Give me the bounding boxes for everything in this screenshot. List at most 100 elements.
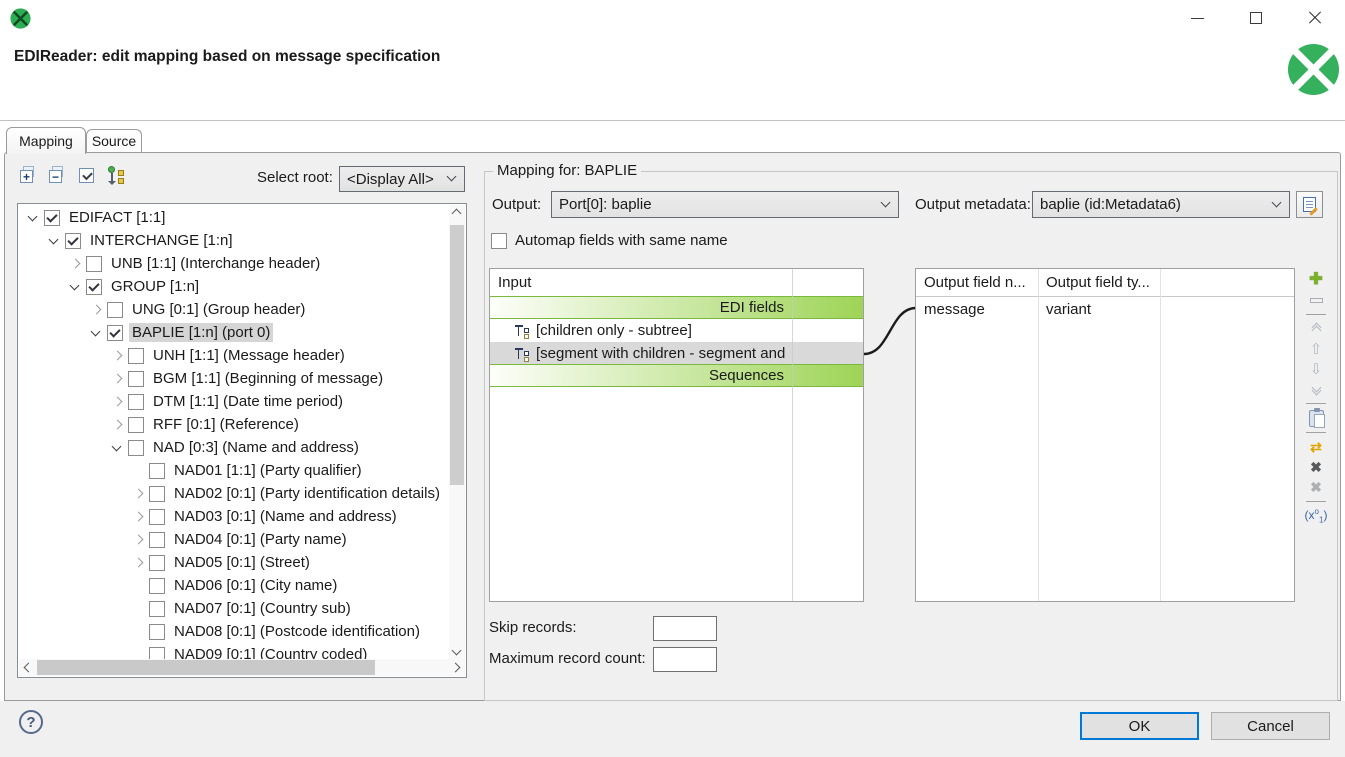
chevron-down-icon[interactable]: [109, 440, 125, 456]
help-button[interactable]: ?: [19, 710, 43, 734]
tree-item[interactable]: GROUP [1:n]: [19, 275, 448, 298]
output-column-header[interactable]: [1160, 269, 1294, 296]
close-button[interactable]: [1300, 4, 1330, 32]
sort-tree-icon[interactable]: [106, 166, 126, 186]
chevron-down-icon[interactable]: [67, 279, 83, 295]
scroll-down-icon[interactable]: [452, 646, 462, 656]
expand-all-icon[interactable]: +: [19, 166, 39, 186]
tree-item-checkbox[interactable]: [107, 302, 123, 318]
tree-item-checkbox[interactable]: [65, 233, 81, 249]
chevron-right-icon[interactable]: [130, 486, 146, 502]
input-item-row[interactable]: [children only - subtree]: [490, 319, 863, 342]
tree-item-checkbox[interactable]: [149, 509, 165, 525]
chevron-right-icon[interactable]: [130, 555, 146, 571]
ok-button[interactable]: OK: [1080, 712, 1199, 740]
tree-item-checkbox[interactable]: [128, 371, 144, 387]
chevron-down-icon[interactable]: [88, 325, 104, 341]
tree-item[interactable]: RFF [0:1] (Reference): [19, 413, 448, 436]
scroll-right-icon[interactable]: [451, 663, 461, 673]
tree-item[interactable]: NAD06 [0:1] (City name): [19, 574, 448, 597]
tree-item-checkbox[interactable]: [128, 440, 144, 456]
tree-item-checkbox[interactable]: [86, 279, 102, 295]
input-item-row[interactable]: [segment with children - segment and: [490, 342, 863, 365]
move-to-top-button[interactable]: [1303, 320, 1329, 338]
remove-all-mappings-button[interactable]: ✖: [1303, 478, 1329, 496]
skip-records-input[interactable]: [653, 616, 717, 641]
tree-item-checkbox[interactable]: [128, 394, 144, 410]
tree-item[interactable]: INTERCHANGE [1:n]: [19, 229, 448, 252]
tree-item-checkbox[interactable]: [149, 578, 165, 594]
chevron-right-icon[interactable]: [109, 348, 125, 364]
output-column-header[interactable]: Output field ty...: [1038, 269, 1160, 296]
output-field-row[interactable]: messagevariant: [916, 297, 1294, 321]
tree-item-checkbox[interactable]: [128, 348, 144, 364]
tree-item[interactable]: UNG [0:1] (Group header): [19, 298, 448, 321]
tree-item-checkbox[interactable]: [149, 486, 165, 502]
check-all-icon[interactable]: [77, 166, 97, 186]
output-port-combobox[interactable]: Port[0]: baplie: [551, 191, 899, 218]
collapse-all-icon[interactable]: −: [48, 166, 68, 186]
tree-item-checkbox[interactable]: [149, 463, 165, 479]
output-metadata-combobox[interactable]: baplie (id:Metadata6): [1032, 191, 1290, 218]
chevron-right-icon[interactable]: [67, 256, 83, 272]
tree-item[interactable]: BGM [1:1] (Beginning of message): [19, 367, 448, 390]
tree-item-checkbox[interactable]: [44, 210, 60, 226]
chevron-right-icon[interactable]: [109, 371, 125, 387]
horizontal-scroll-thumb[interactable]: [37, 660, 375, 675]
tree-item[interactable]: NAD05 [0:1] (Street): [19, 551, 448, 574]
chevron-right-icon[interactable]: [109, 417, 125, 433]
minimize-button[interactable]: [1182, 4, 1212, 32]
vertical-scroll-thumb[interactable]: [450, 225, 464, 485]
tree-item[interactable]: UNB [1:1] (Interchange header): [19, 252, 448, 275]
tree-item-checkbox[interactable]: [149, 555, 165, 571]
chevron-right-icon[interactable]: [130, 509, 146, 525]
chevron-down-icon[interactable]: [25, 210, 41, 226]
tree-vertical-scrollbar[interactable]: [449, 205, 465, 659]
chevron-right-icon[interactable]: [109, 394, 125, 410]
automap-fields-button[interactable]: ⇄: [1303, 438, 1329, 456]
cancel-button[interactable]: Cancel: [1211, 712, 1330, 740]
maximize-button[interactable]: [1241, 4, 1271, 32]
chevron-down-icon[interactable]: [46, 233, 62, 249]
tree-item[interactable]: NAD09 [0:1] (Country coded): [19, 643, 448, 659]
output-column-header[interactable]: Output field n...: [916, 269, 1038, 296]
remove-mapping-button[interactable]: ✖: [1303, 458, 1329, 476]
add-field-button[interactable]: ✚: [1303, 271, 1329, 289]
tree-item[interactable]: EDIFACT [1:1]: [19, 206, 448, 229]
tree-item[interactable]: UNH [1:1] (Message header): [19, 344, 448, 367]
paste-fields-button[interactable]: [1303, 409, 1329, 427]
tree-item[interactable]: NAD08 [0:1] (Postcode identification): [19, 620, 448, 643]
move-up-button[interactable]: ⇧: [1303, 340, 1329, 358]
tree-item[interactable]: NAD02 [0:1] (Party identification detail…: [19, 482, 448, 505]
tree-item[interactable]: NAD [0:3] (Name and address): [19, 436, 448, 459]
tree-item-checkbox[interactable]: [149, 647, 165, 660]
tree-item-checkbox[interactable]: [149, 624, 165, 640]
tab-source[interactable]: Source: [86, 129, 142, 152]
tree-item-checkbox[interactable]: [86, 256, 102, 272]
max-record-count-input[interactable]: [653, 647, 717, 672]
scroll-left-icon[interactable]: [24, 663, 34, 673]
tree-item-checkbox[interactable]: [149, 532, 165, 548]
input-group-row[interactable]: Sequences: [490, 364, 863, 387]
tree-item[interactable]: NAD07 [0:1] (Country sub): [19, 597, 448, 620]
tree-item-checkbox[interactable]: [107, 325, 123, 341]
edit-metadata-button[interactable]: [1296, 191, 1323, 218]
chevron-right-icon[interactable]: [130, 532, 146, 548]
remove-field-button[interactable]: [1303, 291, 1329, 309]
move-down-button[interactable]: ⇩: [1303, 360, 1329, 378]
tree-item[interactable]: DTM [1:1] (Date time period): [19, 390, 448, 413]
tree-item[interactable]: BAPLIE [1:n] (port 0): [19, 321, 448, 344]
chevron-right-icon[interactable]: [88, 302, 104, 318]
occurrences-button[interactable]: (xo1): [1303, 507, 1329, 525]
automap-checkbox[interactable]: [491, 233, 507, 249]
select-root-combobox[interactable]: <Display All>: [339, 166, 465, 192]
tree-item-checkbox[interactable]: [128, 417, 144, 433]
tree-item[interactable]: NAD03 [0:1] (Name and address): [19, 505, 448, 528]
tree-item-checkbox[interactable]: [149, 601, 165, 617]
tab-mapping[interactable]: Mapping: [6, 127, 86, 154]
scroll-up-icon[interactable]: [452, 209, 462, 219]
move-to-bottom-button[interactable]: [1303, 380, 1329, 398]
input-table-header[interactable]: Input: [490, 269, 863, 297]
input-group-row[interactable]: EDI fields: [490, 296, 863, 319]
tree-horizontal-scrollbar[interactable]: [19, 659, 465, 676]
